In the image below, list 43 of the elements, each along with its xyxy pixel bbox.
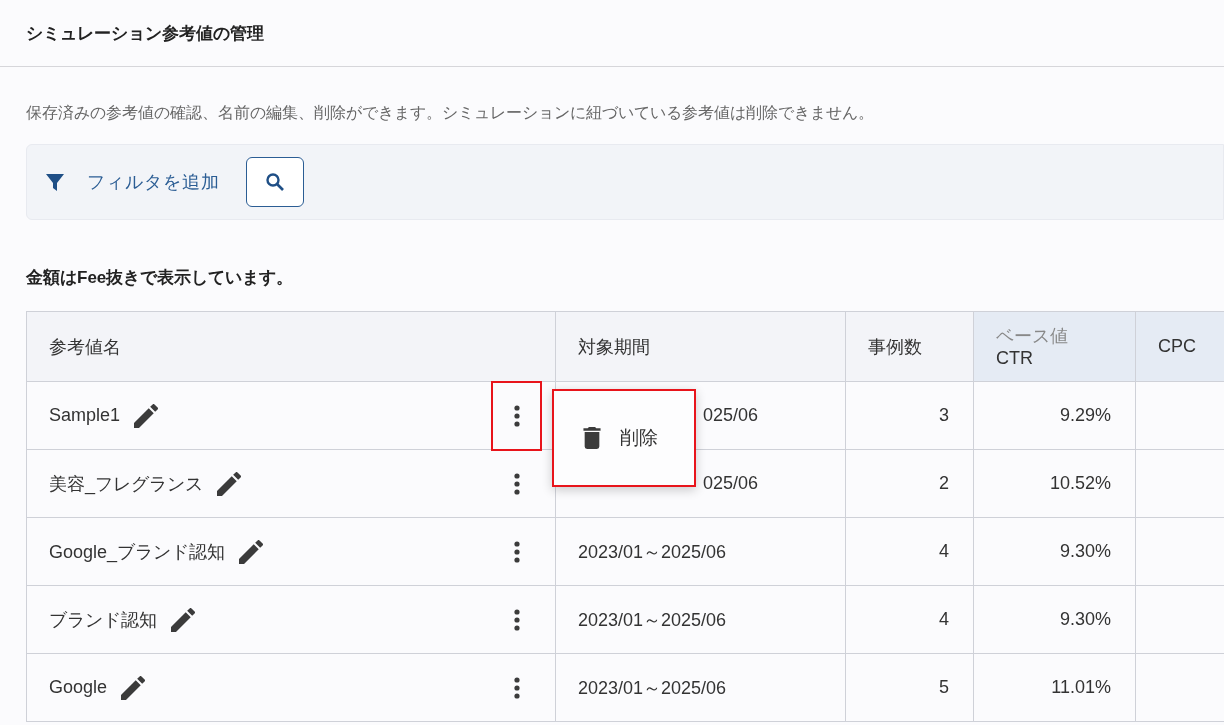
table-cell: 9.29% — [974, 382, 1136, 450]
pencil-icon[interactable] — [121, 675, 146, 700]
kebab-icon — [513, 472, 520, 495]
pencil-icon[interactable] — [134, 403, 159, 428]
column-header: 事例数 — [846, 312, 974, 382]
table-cell: 4 — [846, 518, 974, 586]
table-cell: 2 — [846, 450, 974, 518]
kebab-icon — [513, 676, 520, 699]
page-description: 保存済みの参考値の確認、名前の編集、削除ができます。シミュレーションに紐づいている参考値は削除できません。 — [26, 103, 875, 123]
search-icon — [265, 172, 285, 192]
column-header: 対象期間 — [556, 312, 846, 382]
table-cell: 9.30% — [974, 586, 1136, 654]
kebab-icon — [513, 404, 520, 427]
column-header: CPC — [1136, 312, 1224, 382]
column-header: 参考値名 — [27, 312, 556, 382]
reference-name: Sample1 — [49, 405, 121, 426]
column-group-label: ベース値 — [996, 325, 1068, 348]
reference-name: 美容_フレグランス — [49, 472, 203, 496]
fee-note: 金額はFee抜きで表示しています。 — [26, 267, 295, 289]
kebab-icon — [513, 540, 520, 563]
table-cell: 4 — [846, 586, 974, 654]
reference-name: Google_ブランド認知 — [49, 540, 226, 564]
column-label: CTR — [996, 348, 1033, 369]
reference-name: Google — [49, 677, 108, 698]
table-cell: 2023/01～2025/06 — [556, 654, 846, 722]
add-filter-button[interactable]: フィルタを追加 — [41, 166, 224, 198]
table-cell: 5 — [846, 654, 974, 722]
table-cell: 2023/01～2025/06 — [556, 518, 846, 586]
pencil-icon[interactable] — [171, 607, 195, 632]
pencil-icon[interactable] — [217, 471, 241, 496]
table-cell: 10.52% — [974, 450, 1136, 518]
table-cell: 2023/01～2025/06 — [556, 586, 846, 654]
kebab-icon — [513, 608, 520, 631]
table-cell: 11.01% — [974, 654, 1136, 722]
more-button[interactable] — [491, 380, 542, 451]
table-cell: 3 — [846, 382, 974, 450]
trash-icon — [582, 427, 602, 449]
search-button[interactable] — [246, 157, 304, 207]
pencil-icon[interactable] — [239, 539, 264, 564]
table-cell: 9.30% — [974, 518, 1136, 586]
reference-name: ブランド認知 — [49, 608, 157, 632]
filter-icon — [45, 172, 65, 192]
page-title: シミュレーション参考値の管理 — [26, 22, 264, 45]
